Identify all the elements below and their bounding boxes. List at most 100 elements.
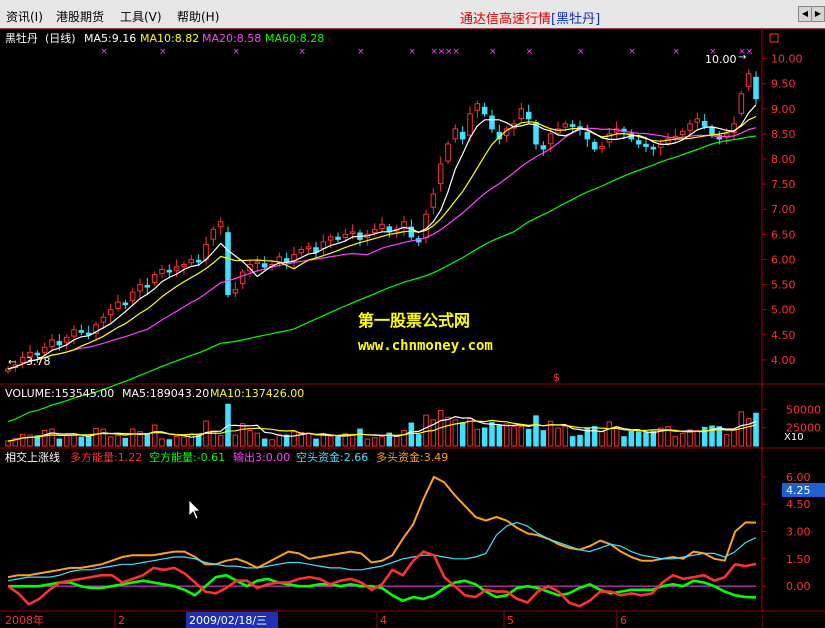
volume-bar-up — [606, 421, 613, 447]
date-label-apr: 4 — [380, 614, 387, 627]
app-title-stock: [黑牡丹] — [551, 12, 601, 27]
signal-cross-icon: × — [232, 47, 240, 57]
candle-down — [525, 111, 532, 120]
indicator-panel — [7, 475, 757, 608]
volume-bar-up — [159, 438, 165, 447]
date-label-jun: 6 — [620, 614, 627, 627]
volume-bar-up — [41, 429, 48, 447]
date-label-cursor: 2009/02/18/三 — [189, 614, 267, 627]
low-arrow-icon: ← — [8, 357, 16, 368]
candle-up — [547, 133, 554, 145]
dollar-symbol: $ — [553, 371, 560, 384]
scroll-left-button[interactable]: ◀ — [798, 6, 812, 22]
volume-bar-down — [335, 436, 341, 447]
candle-up — [63, 336, 70, 343]
candle-down — [709, 126, 715, 135]
volume-bar-down — [261, 438, 268, 447]
candle-up — [445, 143, 451, 162]
volume-bar-down — [577, 434, 583, 447]
candle-up — [371, 228, 378, 234]
panel-max-icon[interactable] — [769, 33, 779, 43]
volume-bar-up — [173, 435, 180, 447]
indicator-current-value: 4.25 — [786, 484, 811, 497]
candle-up — [349, 231, 356, 234]
signal-cross-icon: × — [746, 47, 754, 57]
legend-bull-energy: 多方能量:1.22 — [70, 450, 142, 464]
candle-down — [166, 269, 173, 273]
candle-down — [701, 120, 708, 127]
legend-output3: 输出3:0.00 — [233, 450, 290, 464]
volume-axis: 5000025000 — [762, 403, 821, 435]
volume-bar-down — [591, 426, 598, 447]
volume-bar-up — [423, 414, 429, 447]
candle-up — [320, 241, 327, 249]
menu-item-hk-futures[interactable]: 港股期货 — [56, 8, 104, 25]
chart-area[interactable]: 黑牡丹 (日线) MA5:9.16 MA10:8.82 MA20:8.58 MA… — [0, 28, 825, 628]
volume-bar-up — [107, 436, 114, 447]
candle-up — [100, 316, 107, 323]
price-tick-label: 5.00 — [771, 304, 796, 317]
high-price-label: 10.00 — [705, 53, 737, 66]
candle-up — [159, 269, 165, 275]
candle-down — [313, 247, 319, 253]
volume-bar-up — [239, 423, 246, 447]
high-arrow-icon: → — [738, 52, 746, 63]
date-label-2008: 2008年 — [5, 613, 44, 627]
price-panel: × × × × × × × × × × × × × × × × × × — [5, 47, 759, 423]
long-funds-line — [7, 475, 757, 579]
candle-down — [635, 140, 642, 145]
signal-cross-icon: × — [526, 47, 534, 57]
scroll-right-button[interactable]: ▶ — [811, 6, 825, 22]
volume-tick-label: 50000 — [786, 403, 821, 416]
signal-cross-icon: × — [100, 47, 108, 57]
indicator-tick-label: 0.00 — [786, 580, 811, 593]
volume-bar-up — [613, 426, 620, 447]
volume-bar-up — [254, 432, 261, 447]
candle-up — [342, 233, 349, 239]
volume-bar-up — [217, 435, 224, 447]
ma5-label: MA5:9.16 — [84, 32, 136, 45]
menubar: 资讯(I) 港股期货 工具(V) 帮助(H) 通达信高速行情[黑牡丹] ◀ ▶ — [0, 0, 825, 29]
indicator-tick-label: 6.00 — [786, 471, 811, 484]
candle-up — [437, 163, 444, 185]
volume-bar-up — [467, 418, 473, 447]
ma20-label: MA20:8.58 — [202, 32, 261, 45]
volume-bar-up — [151, 424, 158, 447]
volume-bar-up — [694, 430, 701, 447]
volume-bar-up — [129, 428, 136, 447]
volume-bar-down — [635, 431, 642, 447]
volume-bar-down — [166, 439, 173, 447]
volume-bar-down — [313, 438, 319, 447]
volume-bar-up — [679, 432, 686, 447]
candle-down — [584, 131, 591, 140]
candle-up — [694, 118, 701, 123]
candle-up — [254, 261, 261, 265]
candle-up — [173, 266, 180, 271]
candle-up — [232, 289, 239, 294]
volume-bar-up — [555, 427, 561, 447]
volume-bar-down — [533, 415, 539, 447]
candle-down — [569, 124, 576, 127]
mouse-cursor-icon — [188, 499, 201, 520]
volume-bar-up — [503, 423, 510, 447]
price-tick-label: 9.50 — [771, 78, 796, 91]
volume-bar-up — [63, 435, 70, 447]
ma10-label: MA10:8.82 — [140, 32, 199, 45]
volume-bar-up — [474, 428, 481, 447]
candle-down — [122, 302, 129, 306]
ma60-line — [7, 135, 757, 423]
menu-item-info[interactable]: 资讯(I) — [6, 8, 43, 25]
stock-name: 黑牡丹 — [5, 31, 38, 45]
candle-up — [745, 73, 752, 88]
volume-bar-up — [93, 427, 99, 447]
candle-up — [151, 274, 158, 284]
volume-bar-up — [49, 428, 55, 447]
volume-bar-down — [489, 422, 495, 447]
candle-up — [687, 123, 693, 131]
volume-label: VOLUME:153545.00 — [5, 387, 114, 400]
menu-item-help[interactable]: 帮助(H) — [177, 8, 219, 25]
volume-bar-up — [115, 435, 121, 447]
candle-up — [562, 123, 569, 128]
menu-item-tools[interactable]: 工具(V) — [120, 8, 162, 25]
volume-bar-down — [357, 428, 363, 447]
